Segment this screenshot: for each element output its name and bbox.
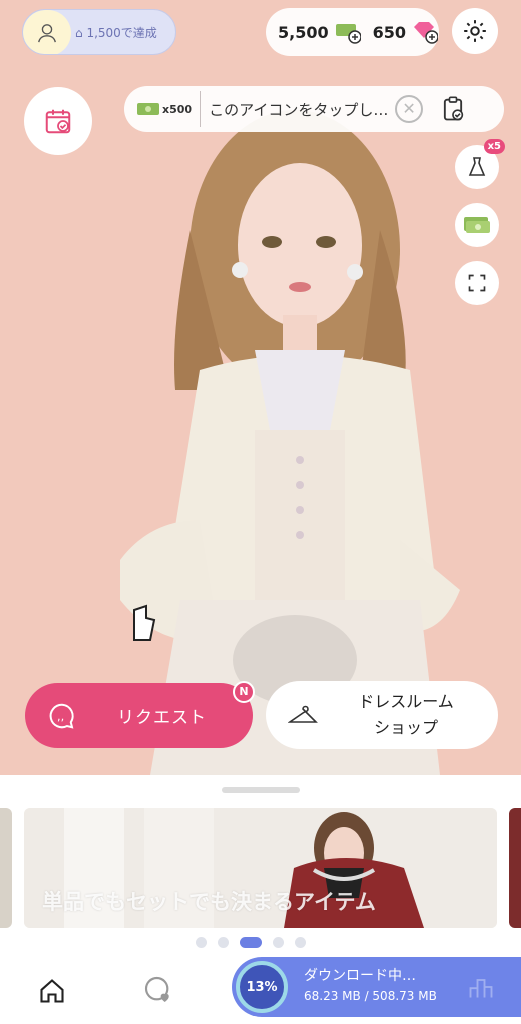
prev-banner-peek[interactable]	[0, 808, 12, 928]
tip-message: このアイコンをタップし…	[209, 100, 389, 119]
goal-label: 1,500で達成	[86, 26, 157, 40]
tip-divider	[200, 91, 202, 127]
calendar-check-icon	[45, 109, 71, 134]
request-label: リクエスト	[117, 708, 207, 728]
ranking-icon	[469, 979, 493, 998]
profile-goal-pill[interactable]: ⌂ 1,500で達成	[22, 9, 176, 55]
home-icon[interactable]	[38, 977, 66, 1005]
user-icon	[38, 24, 56, 43]
carousel-dot[interactable]	[218, 937, 229, 948]
carousel-dots	[196, 937, 306, 948]
new-badge: N	[233, 681, 255, 703]
money-stack-icon	[464, 217, 490, 233]
dress-button[interactable]: x5	[455, 139, 505, 189]
bottom-nav: 13% ダウンロード中… 68.23 MB / 508.73 MB	[0, 957, 521, 1024]
tip-banner[interactable]: x500 このアイコンをタップし… ✕	[124, 86, 504, 132]
tip-close-button[interactable]: ✕	[395, 95, 424, 123]
globe-heart-icon[interactable]	[142, 974, 174, 1006]
chat-quote-icon: ,,	[49, 703, 74, 729]
banner-title: 単品でもセットでも決まるアイテム	[42, 890, 376, 914]
download-percent: 13%	[246, 979, 278, 995]
download-progress[interactable]: 13% ダウンロード中… 68.23 MB / 508.73 MB	[232, 957, 521, 1017]
carousel-dot[interactable]	[196, 937, 207, 948]
settings-button[interactable]	[452, 8, 498, 54]
download-size: 68.23 MB / 508.73 MB	[304, 989, 437, 1003]
carousel-dot-active[interactable]	[240, 937, 262, 948]
gear-icon	[464, 20, 486, 42]
carousel-dot[interactable]	[273, 937, 284, 948]
tip-reward-amount: x500	[162, 102, 193, 116]
currency-bar[interactable]: 5,500 650	[266, 8, 439, 56]
request-button[interactable]: ,, リクエスト N	[25, 681, 255, 748]
fullscreen-button[interactable]	[455, 261, 499, 305]
download-status: ダウンロード中…	[304, 968, 416, 984]
gem-add-icon[interactable]	[412, 20, 439, 44]
profile-avatar[interactable]	[23, 10, 71, 54]
hanger-icon	[288, 705, 318, 723]
bottom-sheet: 単品でもセットでも決まるアイテム 13% ダウンロード中… 68.23 MB /…	[0, 775, 521, 1024]
dress-count-badge: x5	[483, 139, 505, 154]
dressroom-shop-button[interactable]: ドレスルーム ショップ	[266, 681, 498, 749]
money-reward-button[interactable]	[455, 203, 499, 247]
goal-progress-text: ⌂ 1,500で達成	[75, 10, 157, 54]
clipboard-check-icon[interactable]	[439, 95, 467, 123]
gem-value: 650	[372, 22, 407, 42]
carousel-dot[interactable]	[295, 937, 306, 948]
fullscreen-icon	[468, 274, 486, 292]
next-banner-peek[interactable]	[509, 808, 521, 928]
shop-label: ドレスルーム ショップ	[358, 692, 454, 737]
person-icon: ⌂	[75, 26, 83, 40]
dress-icon	[468, 157, 486, 176]
promo-banner[interactable]: 単品でもセットでも決まるアイテム	[24, 808, 497, 928]
money-icon	[137, 103, 159, 115]
money-add-icon[interactable]	[335, 20, 361, 44]
money-value: 5,500	[278, 22, 329, 42]
sheet-handle[interactable]	[222, 787, 300, 793]
download-percent-ring: 13%	[236, 961, 288, 1013]
calendar-button[interactable]	[24, 87, 92, 155]
svg-text:,,: ,,	[57, 709, 64, 722]
